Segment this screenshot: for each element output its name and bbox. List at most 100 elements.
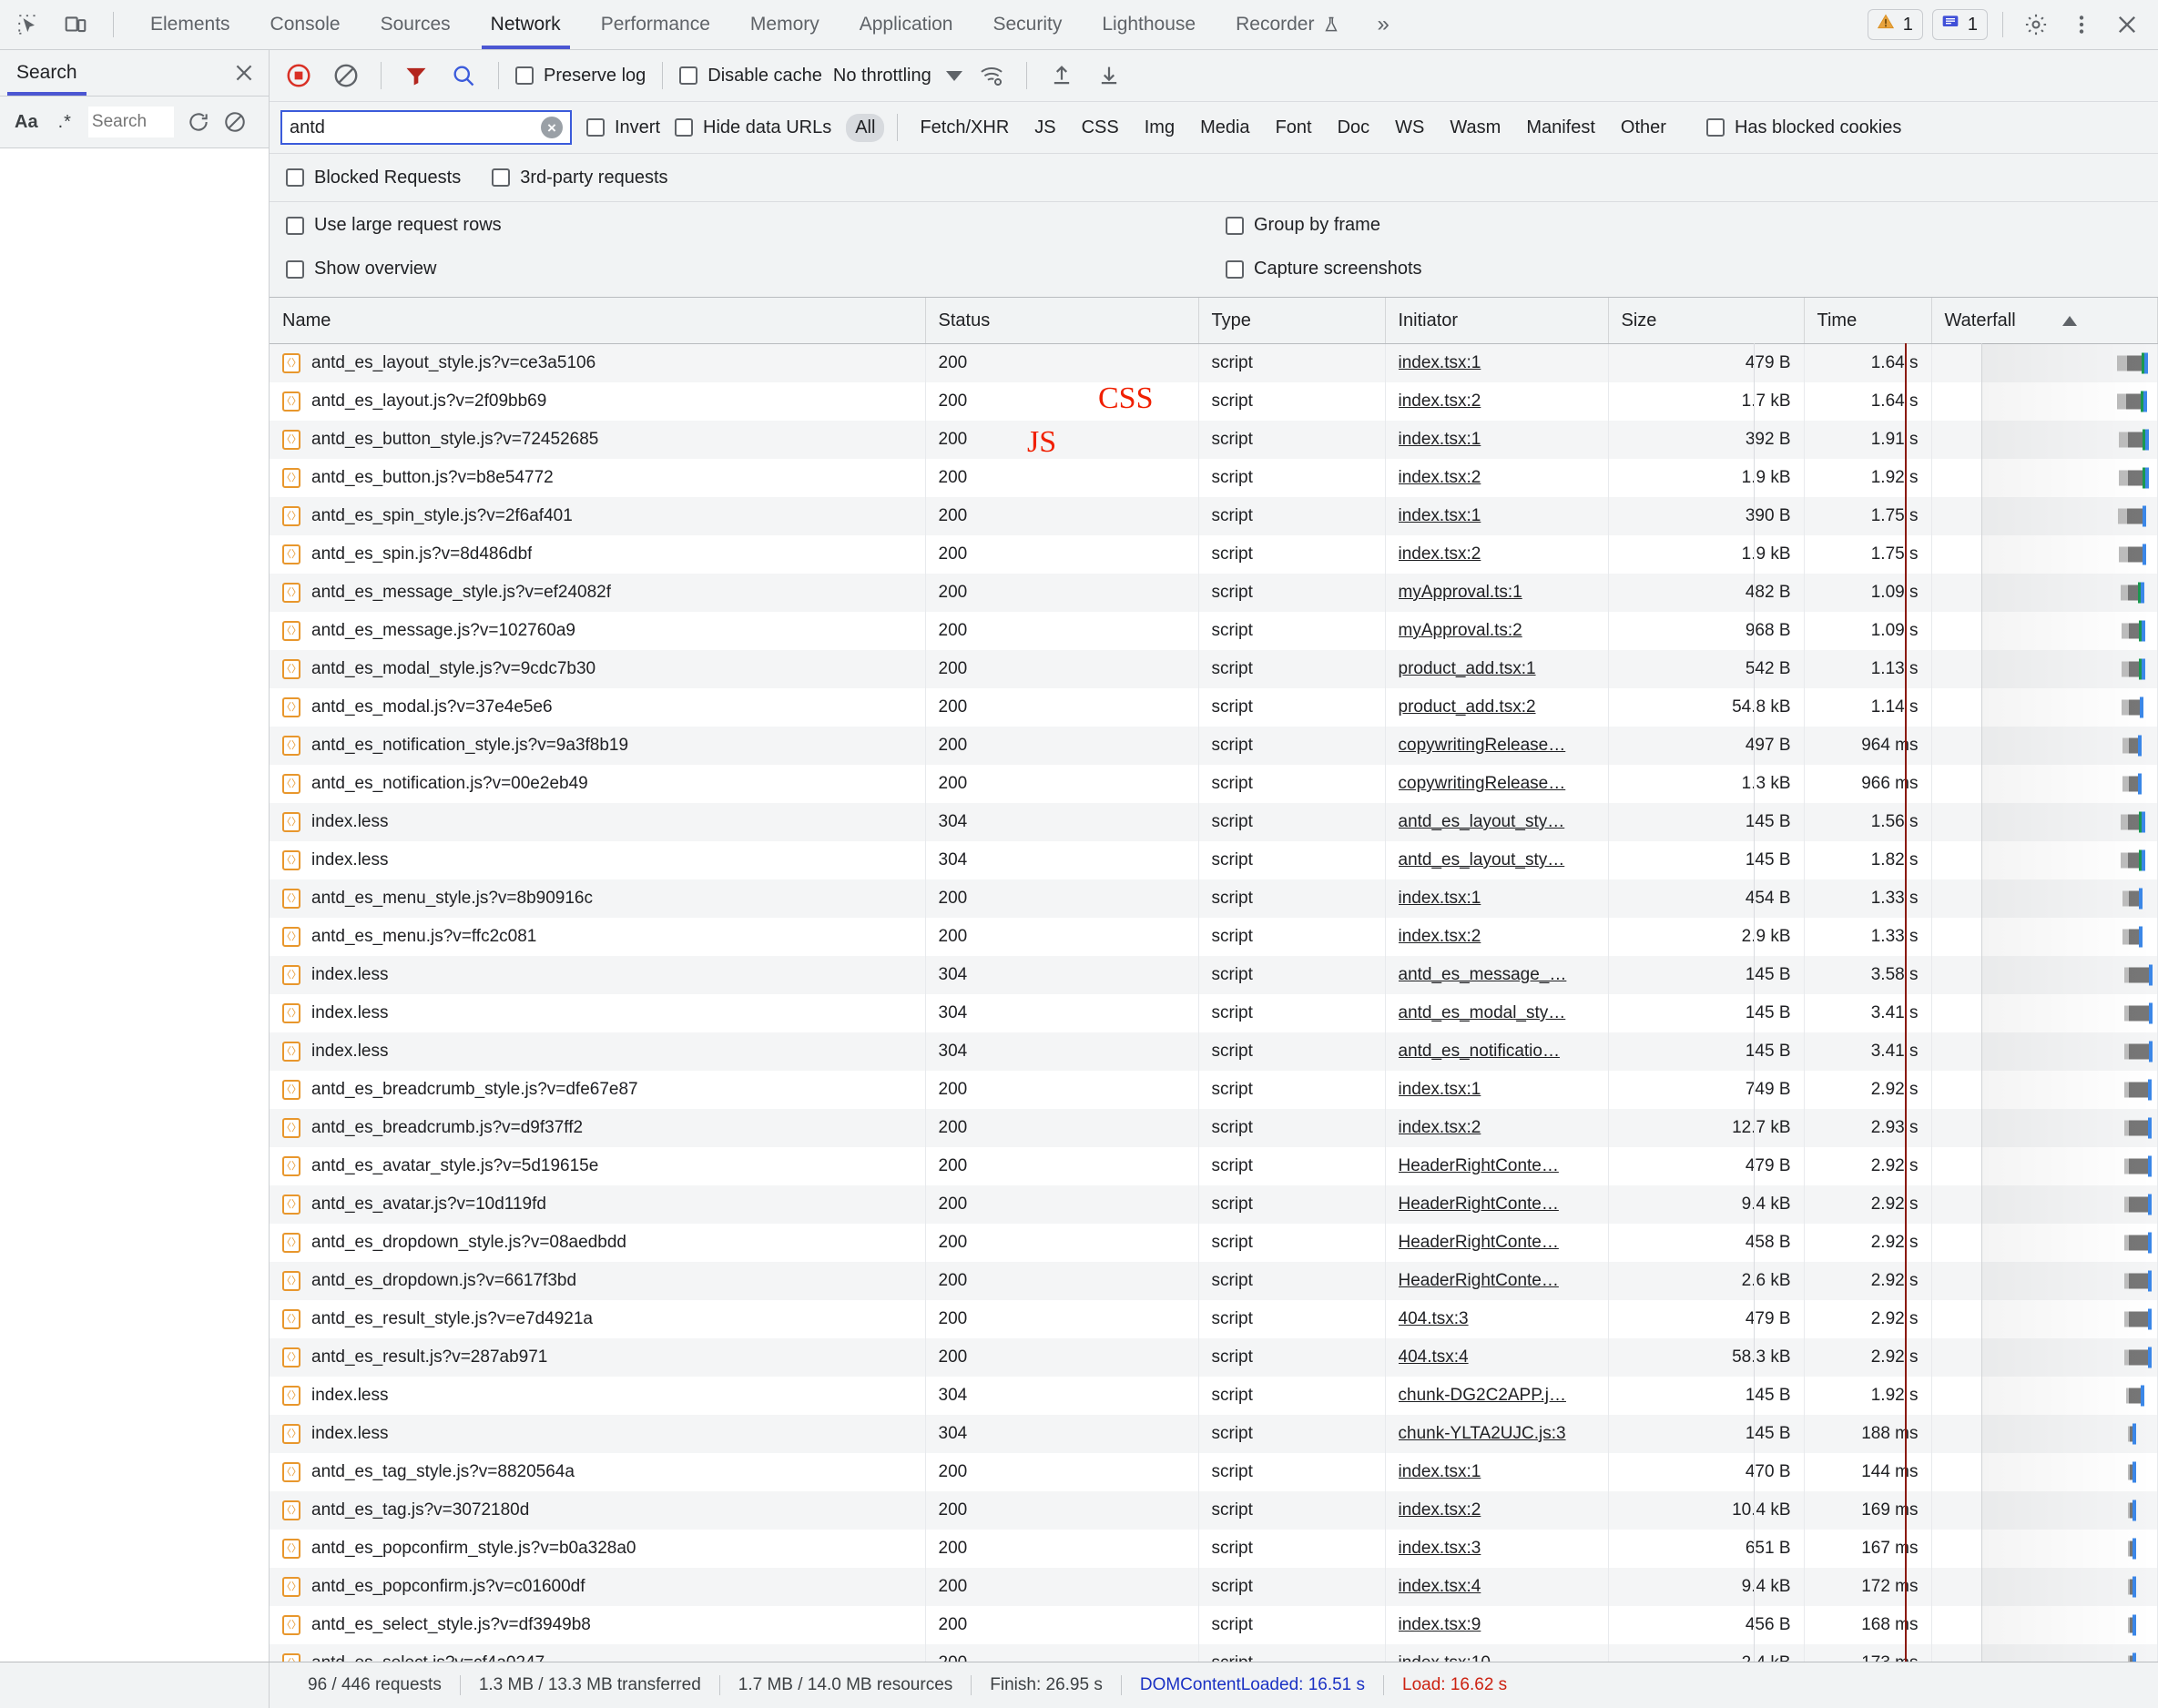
initiator-link[interactable]: HeaderRightConte…	[1399, 1271, 1595, 1291]
chip-img[interactable]: Img	[1135, 114, 1184, 142]
table-row[interactable]: 〈〉antd_es_breadcrumb_style.js?v=dfe67e87…	[270, 1071, 2158, 1109]
column-header-initiator[interactable]: Initiator	[1385, 298, 1608, 344]
table-row[interactable]: 〈〉antd_es_select_style.js?v=df3949b8200s…	[270, 1606, 2158, 1644]
table-row[interactable]: 〈〉index.less304scriptantd_es_layout_sty……	[270, 803, 2158, 841]
column-header-time[interactable]: Time	[1804, 298, 1931, 344]
chip-wasm[interactable]: Wasm	[1440, 114, 1510, 142]
search-icon[interactable]	[445, 57, 482, 94]
column-header-size[interactable]: Size	[1608, 298, 1804, 344]
initiator-link[interactable]: index.tsx:1	[1399, 430, 1595, 450]
initiator-link[interactable]: index.tsx:2	[1399, 391, 1595, 412]
tab-search[interactable]: Search	[13, 50, 81, 96]
table-row[interactable]: 〈〉antd_es_notification_style.js?v=9a3f8b…	[270, 727, 2158, 765]
filter-icon[interactable]	[398, 57, 434, 94]
initiator-link[interactable]: antd_es_modal_sty…	[1399, 1003, 1595, 1023]
table-row[interactable]: 〈〉index.less304scriptchunk-DG2C2APP.j…14…	[270, 1377, 2158, 1415]
initiator-link[interactable]: index.tsx:4	[1399, 1577, 1595, 1597]
warning-badge[interactable]: 1	[1868, 9, 1923, 40]
clear-filter-button[interactable]: ×	[541, 117, 563, 138]
initiator-link[interactable]: index.tsx:2	[1399, 1118, 1595, 1138]
blocked-requests-checkbox[interactable]: Blocked Requests	[286, 168, 461, 188]
table-row[interactable]: 〈〉antd_es_menu_style.js?v=8b90916c200scr…	[270, 879, 2158, 918]
record-stop-icon[interactable]	[280, 57, 317, 94]
tab-sources[interactable]: Sources	[361, 0, 471, 49]
chip-media[interactable]: Media	[1191, 114, 1258, 142]
initiator-link[interactable]: index.tsx:3	[1399, 1539, 1595, 1559]
initiator-link[interactable]: antd_es_message_…	[1399, 965, 1595, 985]
initiator-link[interactable]: 404.tsx:3	[1399, 1309, 1595, 1329]
initiator-link[interactable]: antd_es_layout_sty…	[1399, 812, 1595, 832]
table-row[interactable]: 〈〉antd_es_spin_style.js?v=2f6af401200scr…	[270, 497, 2158, 535]
table-row[interactable]: 〈〉antd_es_result_style.js?v=e7d4921a200s…	[270, 1300, 2158, 1338]
initiator-link[interactable]: chunk-DG2C2APP.j…	[1399, 1386, 1595, 1406]
refresh-icon[interactable]	[187, 110, 210, 134]
show-overview-checkbox[interactable]: Show overview	[286, 259, 437, 280]
inspect-element-icon[interactable]	[13, 9, 44, 40]
import-har-icon[interactable]	[1043, 57, 1080, 94]
capture-screenshots-checkbox[interactable]: Capture screenshots	[1226, 259, 1422, 280]
regex-button[interactable]: .*	[55, 112, 76, 133]
tab-network[interactable]: Network	[471, 0, 581, 49]
chip-js[interactable]: JS	[1025, 114, 1064, 142]
table-row[interactable]: 〈〉index.less304scriptantd_es_message_…14…	[270, 956, 2158, 994]
initiator-link[interactable]: antd_es_notificatio…	[1399, 1042, 1595, 1062]
table-row[interactable]: 〈〉antd_es_tag_style.js?v=8820564a200scri…	[270, 1453, 2158, 1491]
initiator-link[interactable]: index.tsx:1	[1399, 353, 1595, 373]
initiator-link[interactable]: index.tsx:2	[1399, 468, 1595, 488]
table-row[interactable]: 〈〉antd_es_message_style.js?v=ef24082f200…	[270, 574, 2158, 612]
column-header-name[interactable]: Name	[270, 298, 925, 344]
chip-css[interactable]: CSS	[1073, 114, 1128, 142]
initiator-link[interactable]: copywritingRelease…	[1399, 736, 1595, 756]
table-row[interactable]: 〈〉antd_es_dropdown.js?v=6617f3bd200scrip…	[270, 1262, 2158, 1300]
chip-doc[interactable]: Doc	[1328, 114, 1379, 142]
filter-input-wrapper[interactable]: ×	[280, 110, 572, 145]
tab-memory[interactable]: Memory	[730, 0, 840, 49]
table-row[interactable]: 〈〉antd_es_layout_style.js?v=ce3a5106200s…	[270, 344, 2158, 383]
tab-elements[interactable]: Elements	[130, 0, 250, 49]
table-row[interactable]: 〈〉antd_es_spin.js?v=8d486dbf200scriptind…	[270, 535, 2158, 574]
table-row[interactable]: 〈〉index.less304scriptantd_es_notificatio…	[270, 1032, 2158, 1071]
initiator-link[interactable]: index.tsx:1	[1399, 1080, 1595, 1100]
column-header-waterfall[interactable]: Waterfall	[1931, 298, 2158, 344]
column-header-type[interactable]: Type	[1198, 298, 1385, 344]
tab-console[interactable]: Console	[250, 0, 361, 49]
table-row[interactable]: 〈〉antd_es_select.js?v=cf4a0247200scripti…	[270, 1644, 2158, 1662]
tab-recorder[interactable]: Recorder	[1216, 0, 1360, 49]
initiator-link[interactable]: myApproval.ts:2	[1399, 621, 1595, 641]
initiator-link[interactable]: index.tsx:2	[1399, 544, 1595, 564]
table-row[interactable]: 〈〉antd_es_button.js?v=b8e54772200scripti…	[270, 459, 2158, 497]
close-icon[interactable]	[232, 61, 256, 85]
tab-lighthouse[interactable]: Lighthouse	[1082, 0, 1216, 49]
chip-other[interactable]: Other	[1612, 114, 1675, 142]
has-blocked-cookies-checkbox[interactable]: Has blocked cookies	[1706, 117, 1901, 138]
table-row[interactable]: 〈〉antd_es_modal_style.js?v=9cdc7b30200sc…	[270, 650, 2158, 688]
clear-icon[interactable]	[328, 57, 364, 94]
clear-icon[interactable]	[223, 110, 247, 134]
table-row[interactable]: 〈〉antd_es_button_style.js?v=72452685200s…	[270, 421, 2158, 459]
tab-application[interactable]: Application	[840, 0, 973, 49]
column-header-status[interactable]: Status	[925, 298, 1198, 344]
invert-checkbox[interactable]: Invert	[586, 117, 660, 138]
table-row[interactable]: 〈〉antd_es_breadcrumb.js?v=d9f37ff2200scr…	[270, 1109, 2158, 1147]
table-row[interactable]: 〈〉index.less304scriptantd_es_modal_sty…1…	[270, 994, 2158, 1032]
gear-icon[interactable]	[2018, 6, 2054, 43]
throttling-select[interactable]: No throttling	[833, 66, 962, 86]
chip-all[interactable]: All	[846, 114, 884, 142]
table-row[interactable]: 〈〉antd_es_result.js?v=287ab971200script4…	[270, 1338, 2158, 1377]
initiator-link[interactable]: index.tsx:1	[1399, 506, 1595, 526]
initiator-link[interactable]: index.tsx:2	[1399, 1500, 1595, 1520]
filter-input[interactable]	[282, 112, 570, 143]
table-row[interactable]: 〈〉antd_es_popconfirm.js?v=c01600df200scr…	[270, 1568, 2158, 1606]
preserve-log-checkbox[interactable]: Preserve log	[515, 66, 646, 86]
initiator-link[interactable]: index.tsx:2	[1399, 927, 1595, 947]
table-row[interactable]: 〈〉antd_es_layout.js?v=2f09bb69200scripti…	[270, 382, 2158, 421]
match-case-button[interactable]: Aa	[11, 112, 42, 133]
close-icon[interactable]	[2109, 6, 2145, 43]
table-row[interactable]: 〈〉antd_es_message.js?v=102760a9200script…	[270, 612, 2158, 650]
more-tabs-button[interactable]: »	[1360, 0, 1405, 49]
initiator-link[interactable]: HeaderRightConte…	[1399, 1195, 1595, 1215]
requests-table-wrapper[interactable]: Name Status Type Initiator Size Time Wat…	[270, 298, 2158, 1662]
initiator-link[interactable]: HeaderRightConte…	[1399, 1156, 1595, 1176]
initiator-link[interactable]: 404.tsx:4	[1399, 1347, 1595, 1367]
device-toolbar-icon[interactable]	[60, 9, 91, 40]
